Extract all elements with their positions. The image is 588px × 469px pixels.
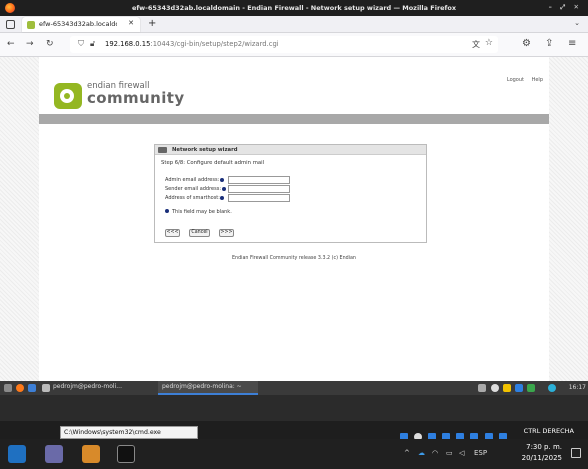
page-background-right — [549, 57, 588, 381]
next-button[interactable]: >>> — [219, 229, 234, 237]
logout-link[interactable]: Logout — [507, 77, 524, 83]
note-text: This field may be blank. — [172, 209, 232, 215]
web-page: endian firewall community Logout Help Ne… — [0, 57, 588, 381]
cmd-window-title[interactable]: C:\Windows\system32\cmd.exe — [60, 426, 198, 439]
admin-email-input[interactable] — [228, 176, 290, 184]
vm-device-icons — [400, 426, 510, 460]
window-controls[interactable]: – ⤢ ✕ — [549, 3, 582, 12]
show-desktop-icon[interactable] — [4, 384, 12, 392]
tab-label: efw-65343d32ab.localdo — [39, 20, 117, 28]
page-footer: Endian Firewall Community release 3.3.2 … — [232, 256, 356, 261]
extension-icon[interactable]: ⚙ — [522, 38, 531, 49]
files-icon[interactable] — [28, 384, 36, 392]
cancel-button[interactable]: Cancel — [189, 229, 210, 237]
required-dot-icon — [220, 178, 224, 182]
battery-icon[interactable]: ▭ — [446, 449, 453, 457]
battery-icon[interactable] — [527, 384, 535, 392]
page-background-left — [0, 57, 39, 381]
vm-status-bar: C:\Windows\system32\cmd.exe CTRL DERECHA — [0, 421, 588, 460]
panel-title: Network setup wizard — [172, 146, 238, 153]
window-title: efw-65343d32ab.localdomain - Endian Fire… — [131, 4, 457, 12]
blank-note: This field may be blank. — [165, 209, 232, 215]
reload-icon[interactable]: ↻ — [46, 39, 54, 49]
admin-email-row: Admin email address: — [165, 176, 305, 184]
taskbar-item-active[interactable]: pedrojm@pedro-molina: ~ — [158, 381, 258, 395]
bookmark-star-icon[interactable]: ☆ — [485, 38, 493, 48]
show-hidden-icons[interactable]: ^ — [404, 449, 410, 457]
translate-icon[interactable]: 文 — [472, 39, 480, 50]
wizard-icon — [158, 147, 167, 153]
endian-favicon-icon — [27, 21, 35, 29]
new-tab-plus-icon[interactable]: + — [148, 18, 156, 29]
app-icon-3[interactable] — [82, 445, 100, 463]
clock-time: 7:30 p. m. — [526, 443, 562, 451]
navigation-bar: ← → ↻ ⛉ 🔓︎ 192.168.0.15:10443/cgi-bin/se… — [0, 33, 588, 57]
top-links: Logout Help — [501, 77, 543, 83]
url-bar[interactable]: ⛉ 🔓︎ 192.168.0.15:10443/cgi-bin/setup/st… — [70, 36, 498, 53]
logo-text-bottom: community — [87, 89, 185, 107]
tab-list-icon[interactable] — [6, 20, 15, 29]
language-indicator[interactable]: ESP — [474, 449, 487, 457]
taskbar-item-terminal-1[interactable]: pedrojm@pedro-moli... — [53, 383, 122, 390]
required-dot-icon — [220, 196, 224, 200]
firefox-icon[interactable] — [16, 384, 24, 392]
desktop-area — [0, 395, 588, 421]
onedrive-icon[interactable]: ☁ — [418, 449, 425, 457]
share-icon[interactable]: ⇪ — [545, 38, 553, 49]
hamburger-menu-icon[interactable]: ≡ — [568, 38, 576, 49]
linux-taskbar: pedrojm@pedro-moli... pedrojm@pedro-moli… — [0, 381, 588, 395]
smarthost-label: Address of smarthost: — [165, 195, 220, 201]
forward-arrow-icon[interactable]: → — [26, 39, 34, 49]
notification-icon[interactable] — [571, 448, 581, 458]
tab-endian[interactable]: efw-65343d32ab.localdo ✕ — [22, 17, 140, 32]
sender-email-input[interactable] — [228, 185, 290, 193]
endian-logo-icon — [54, 83, 82, 109]
wizard-panel: Network setup wizard Step 6/8: Configure… — [154, 144, 427, 243]
tray-yellow-icon[interactable] — [503, 384, 511, 392]
windows-clock[interactable]: 7:30 p. m. 20/11/2025 — [522, 442, 562, 464]
required-dot-icon — [222, 187, 226, 191]
cmd-app-icon[interactable] — [117, 445, 135, 463]
network-icon[interactable] — [515, 384, 523, 392]
taskbar-item-terminal-2: pedrojm@pedro-molina: ~ — [162, 383, 242, 390]
insecure-lock-icon[interactable]: 🔓︎ — [90, 39, 95, 49]
tray-app-icon[interactable] — [478, 384, 486, 392]
chevron-down-icon[interactable]: ⌄ — [574, 19, 580, 27]
header-band — [39, 114, 549, 124]
wifi-icon[interactable]: ◠ — [432, 449, 438, 457]
firefox-title-bar: efw-65343d32ab.localdomain - Endian Fire… — [0, 0, 588, 16]
smarthost-input[interactable] — [228, 194, 290, 202]
url-text[interactable]: 192.168.0.15:10443/cgi-bin/setup/step2/w… — [105, 40, 279, 48]
previous-button[interactable]: <<< — [165, 229, 180, 237]
windows-app-icon[interactable] — [8, 445, 26, 463]
close-tab-icon[interactable]: ✕ — [128, 19, 134, 27]
host-key-label: CTRL DERECHA — [523, 427, 574, 435]
back-arrow-icon[interactable]: ← — [7, 39, 15, 49]
sender-email-row: Sender email address: — [165, 185, 305, 193]
required-dot-icon — [165, 209, 169, 213]
update-icon[interactable] — [548, 384, 556, 392]
panel-header: Network setup wizard — [155, 145, 426, 155]
speaker-icon[interactable]: ◁ — [459, 449, 464, 457]
linux-clock: 16:17 — [568, 384, 586, 391]
terminal-icon[interactable] — [42, 384, 50, 392]
app-icon-2[interactable] — [45, 445, 63, 463]
url-path: :10443/cgi-bin/setup/step2/wizard.cgi — [150, 40, 279, 48]
step-description: Step 6/8: Configure default admin mail — [161, 160, 265, 166]
clock-date: 20/11/2025 — [521, 454, 562, 462]
sender-email-label: Sender email address: — [165, 186, 222, 192]
windows-taskbar: ^ ☁ ◠ ▭ ◁ ESP 7:30 p. m. 20/11/2025 — [0, 439, 588, 469]
volume-icon[interactable] — [491, 384, 499, 392]
url-host: 192.168.0.15 — [105, 40, 151, 48]
admin-email-label: Admin email address: — [165, 177, 220, 183]
smarthost-row: Address of smarthost: — [165, 194, 305, 202]
tab-bar: efw-65343d32ab.localdo ✕ + ⌄ — [0, 16, 588, 33]
shield-icon[interactable]: ⛉ — [78, 39, 84, 49]
help-link[interactable]: Help — [532, 77, 543, 83]
page-content: endian firewall community Logout Help Ne… — [39, 57, 549, 381]
